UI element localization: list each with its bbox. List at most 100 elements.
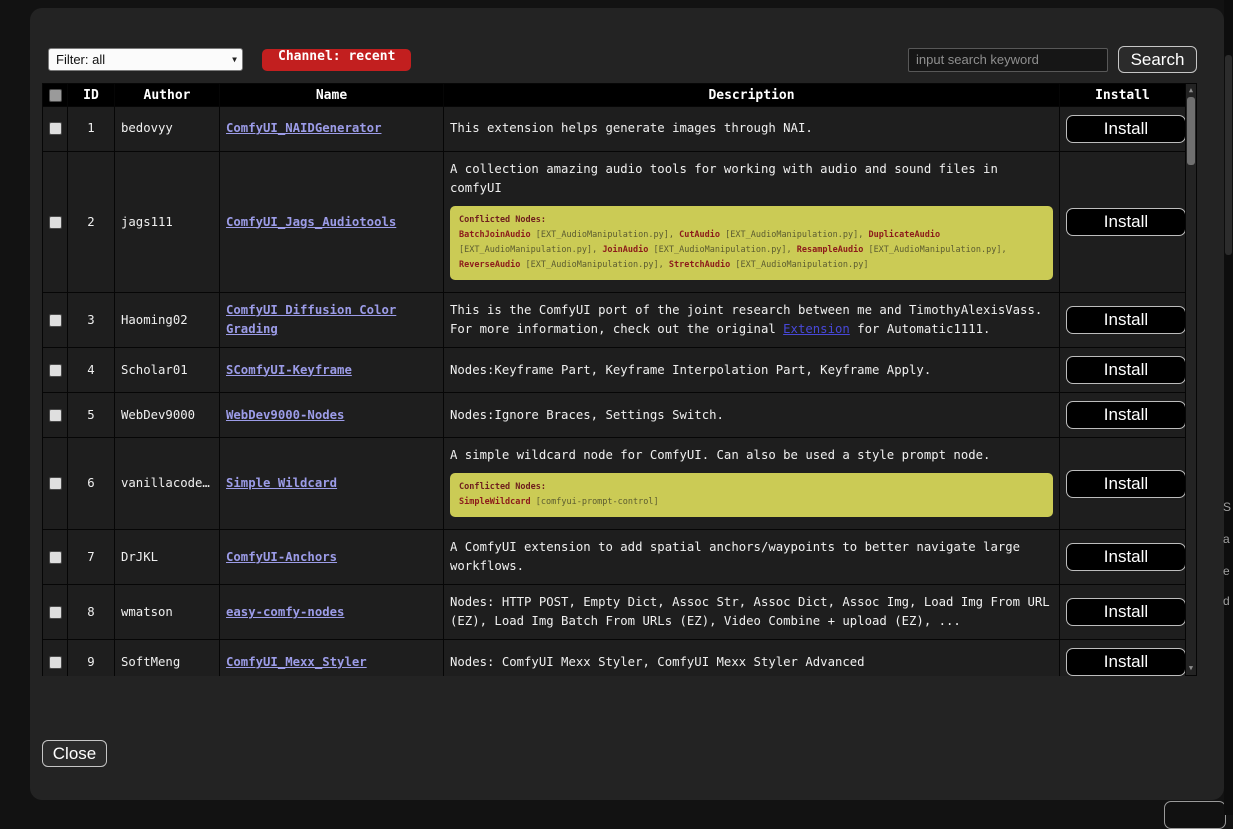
page-scrollbar-thumb[interactable] (1225, 55, 1232, 255)
search-input[interactable] (908, 48, 1108, 72)
conflicted-node-name: StretchAudio (669, 260, 730, 270)
conflicted-node-source: [EXT_AudioManipulation.py] (720, 230, 858, 240)
row-checkbox[interactable] (49, 409, 62, 422)
row-author: DrJKL (115, 530, 220, 585)
conflicted-node-source: [EXT_AudioManipulation.py] (730, 260, 868, 270)
row-description: A collection amazing audio tools for wor… (444, 152, 1060, 293)
conflicted-node-name: JoinAudio (602, 245, 648, 255)
row-checkbox[interactable] (49, 606, 62, 619)
row-checkbox[interactable] (49, 551, 62, 564)
row-name-link[interactable]: ComfyUI_NAIDGenerator (226, 121, 381, 135)
row-checkbox[interactable] (49, 477, 62, 490)
table-scrollbar-thumb[interactable] (1187, 97, 1195, 165)
page-text-fragment: S (1223, 500, 1233, 516)
row-name-cell: SComfyUI-Keyframe (220, 348, 444, 393)
table-row: 8wmatsoneasy-comfy-nodesNodes: HTTP POST… (43, 585, 1186, 640)
conflicted-nodes-title: Conflicted Nodes: (459, 213, 1044, 228)
row-checkbox[interactable] (49, 314, 62, 327)
conflicted-node-source: [EXT_AudioManipulation.py] (648, 245, 786, 255)
row-name-link[interactable]: ComfyUI Diffusion Color Grading (226, 303, 396, 336)
filter-select-wrap: Filter: all ▼ (48, 48, 243, 71)
conflicted-node-source: [EXT_AudioManipulation.py] (531, 230, 669, 240)
row-install-cell: Install (1060, 107, 1186, 152)
scroll-down-icon[interactable]: ▼ (1186, 662, 1196, 674)
table-row: 3Haoming02ComfyUI Diffusion Color Gradin… (43, 293, 1186, 348)
row-name-cell: ComfyUI Diffusion Color Grading (220, 293, 444, 348)
row-author: Haoming02 (115, 293, 220, 348)
filter-select[interactable]: Filter: all (48, 48, 243, 71)
row-author: wmatson (115, 585, 220, 640)
row-checkbox-cell (43, 585, 68, 640)
install-button[interactable]: Install (1066, 598, 1186, 626)
select-all-checkbox[interactable] (49, 89, 62, 102)
row-checkbox[interactable] (49, 656, 62, 669)
row-name-cell: ComfyUI-Anchors (220, 530, 444, 585)
row-description: A ComfyUI extension to add spatial ancho… (444, 530, 1060, 585)
row-id: 6 (68, 438, 115, 530)
conflict-separator: , (659, 260, 669, 270)
close-button[interactable]: Close (42, 740, 107, 767)
table-row: 4Scholar01SComfyUI-KeyframeNodes:Keyfram… (43, 348, 1186, 393)
table-row: 7DrJKLComfyUI-AnchorsA ComfyUI extension… (43, 530, 1186, 585)
description-text: A collection amazing audio tools for wor… (450, 162, 998, 195)
row-checkbox[interactable] (49, 216, 62, 229)
install-button[interactable]: Install (1066, 115, 1186, 143)
conflict-separator: , (1002, 245, 1007, 255)
scroll-up-icon[interactable]: ▲ (1186, 84, 1196, 96)
conflicted-node-name: DuplicateAudio (868, 230, 940, 240)
conflicted-node-name: CutAudio (679, 230, 720, 240)
row-name-link[interactable]: WebDev9000-Nodes (226, 408, 344, 422)
description-link[interactable]: Extension (783, 322, 850, 336)
row-install-cell: Install (1060, 348, 1186, 393)
header-id: ID (68, 84, 115, 107)
row-author: Scholar01 (115, 348, 220, 393)
conflicted-nodes-list: SimpleWildcard [comfyui-prompt-control] (459, 495, 1044, 510)
channel-badge: Channel: recent (262, 49, 411, 71)
description-text: for Automatic1111. (850, 322, 991, 336)
table-row: 1bedovyyComfyUI_NAIDGeneratorThis extens… (43, 107, 1186, 152)
row-id: 5 (68, 393, 115, 438)
header-checkbox-cell (43, 84, 68, 107)
row-author: bedovyy (115, 107, 220, 152)
page-text-fragment: e (1223, 564, 1233, 580)
row-description: This is the ComfyUI port of the joint re… (444, 293, 1060, 348)
row-checkbox-cell (43, 293, 68, 348)
row-name-cell: ComfyUI_Mexx_Styler (220, 640, 444, 676)
install-button[interactable]: Install (1066, 208, 1186, 236)
custom-nodes-table: ID Author Name Description Install 1bedo… (42, 83, 1186, 676)
conflict-separator: , (858, 230, 868, 240)
page-scrollbar (1224, 0, 1233, 815)
row-author: SoftMeng (115, 640, 220, 676)
install-button[interactable]: Install (1066, 356, 1186, 384)
description-text: Nodes:Keyframe Part, Keyframe Interpolat… (450, 363, 931, 377)
row-name-link[interactable]: ComfyUI_Jags_Audiotools (226, 215, 396, 229)
search-button[interactable]: Search (1118, 46, 1197, 73)
row-id: 2 (68, 152, 115, 293)
row-name-link[interactable]: ComfyUI-Anchors (226, 550, 337, 564)
row-checkbox[interactable] (49, 122, 62, 135)
row-name-link[interactable]: Simple Wildcard (226, 476, 337, 490)
row-description: Nodes:Ignore Braces, Settings Switch. (444, 393, 1060, 438)
conflicted-nodes-list: BatchJoinAudio [EXT_AudioManipulation.py… (459, 228, 1044, 273)
row-name-link[interactable]: easy-comfy-nodes (226, 605, 344, 619)
install-button[interactable]: Install (1066, 306, 1186, 334)
row-install-cell: Install (1060, 293, 1186, 348)
install-button[interactable]: Install (1066, 401, 1186, 429)
conflicted-node-source: [EXT_AudioManipulation.py] (459, 245, 592, 255)
row-checkbox[interactable] (49, 364, 62, 377)
row-name-link[interactable]: SComfyUI-Keyframe (226, 363, 352, 377)
install-custom-nodes-dialog: Filter: all ▼ Channel: recent Search ID … (30, 8, 1224, 800)
row-name-link[interactable]: ComfyUI_Mexx_Styler (226, 655, 367, 669)
row-checkbox-cell (43, 640, 68, 676)
install-button[interactable]: Install (1066, 543, 1186, 571)
conflict-separator: , (787, 245, 797, 255)
table-row: 6vanillacode…Simple WildcardA simple wil… (43, 438, 1186, 530)
conflicted-node-name: ReverseAudio (459, 260, 520, 270)
row-id: 8 (68, 585, 115, 640)
install-button[interactable]: Install (1066, 470, 1186, 498)
conflicted-nodes-title: Conflicted Nodes: (459, 480, 1044, 495)
conflicted-node-name: BatchJoinAudio (459, 230, 531, 240)
install-button[interactable]: Install (1066, 648, 1186, 676)
partial-button[interactable] (1164, 801, 1226, 829)
conflicted-node-source: [EXT_AudioManipulation.py] (520, 260, 658, 270)
